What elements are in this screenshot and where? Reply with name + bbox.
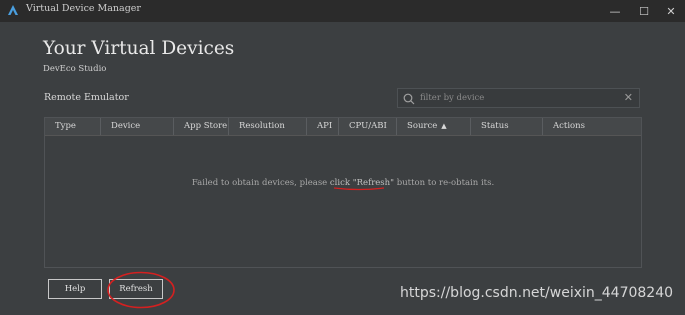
sort-ascending-icon: ▲ <box>441 122 447 130</box>
page-subtitle: DevEco Studio <box>43 64 107 74</box>
minimize-button[interactable]: — <box>601 0 629 22</box>
column-header-actions[interactable]: Actions <box>543 118 641 135</box>
column-header-source-label: Source <box>407 121 438 131</box>
search-box[interactable]: ✕ <box>397 88 640 108</box>
empty-message-suffix: button to re-obtain its. <box>394 178 495 188</box>
search-input[interactable] <box>420 91 610 105</box>
red-underline-annotation <box>333 187 385 191</box>
column-header-api[interactable]: API <box>307 118 339 135</box>
maximize-button[interactable]: ☐ <box>630 0 658 22</box>
column-header-resolution[interactable]: Resolution <box>229 118 307 135</box>
help-button[interactable]: Help <box>48 279 102 299</box>
red-circle-annotation <box>107 271 175 309</box>
section-label: Remote Emulator <box>44 92 129 103</box>
column-header-source[interactable]: Source ▲ <box>397 118 471 135</box>
column-header-status[interactable]: Status <box>471 118 543 135</box>
table-header: Type Device App Store Resolution API CPU… <box>45 118 641 136</box>
page-title: Your Virtual Devices <box>43 38 235 59</box>
app-logo-icon <box>8 5 18 15</box>
clear-search-icon[interactable]: ✕ <box>624 91 633 104</box>
close-button[interactable]: ✕ <box>657 0 685 22</box>
window-title: Virtual Device Manager <box>26 3 141 14</box>
search-icon <box>403 93 415 105</box>
column-header-cpu-abi[interactable]: CPU/ABI <box>339 118 397 135</box>
empty-message-prefix: Failed to obtain devices, please <box>191 178 330 188</box>
column-header-device[interactable]: Device <box>101 118 174 135</box>
column-header-type[interactable]: Type <box>45 118 101 135</box>
title-bar: Virtual Device Manager — ☐ ✕ <box>0 0 685 22</box>
column-header-app-store[interactable]: App Store <box>174 118 229 135</box>
devices-table: Type Device App Store Resolution API CPU… <box>44 117 642 268</box>
watermark-text: https://blog.csdn.net/weixin_44708240 <box>400 285 674 301</box>
